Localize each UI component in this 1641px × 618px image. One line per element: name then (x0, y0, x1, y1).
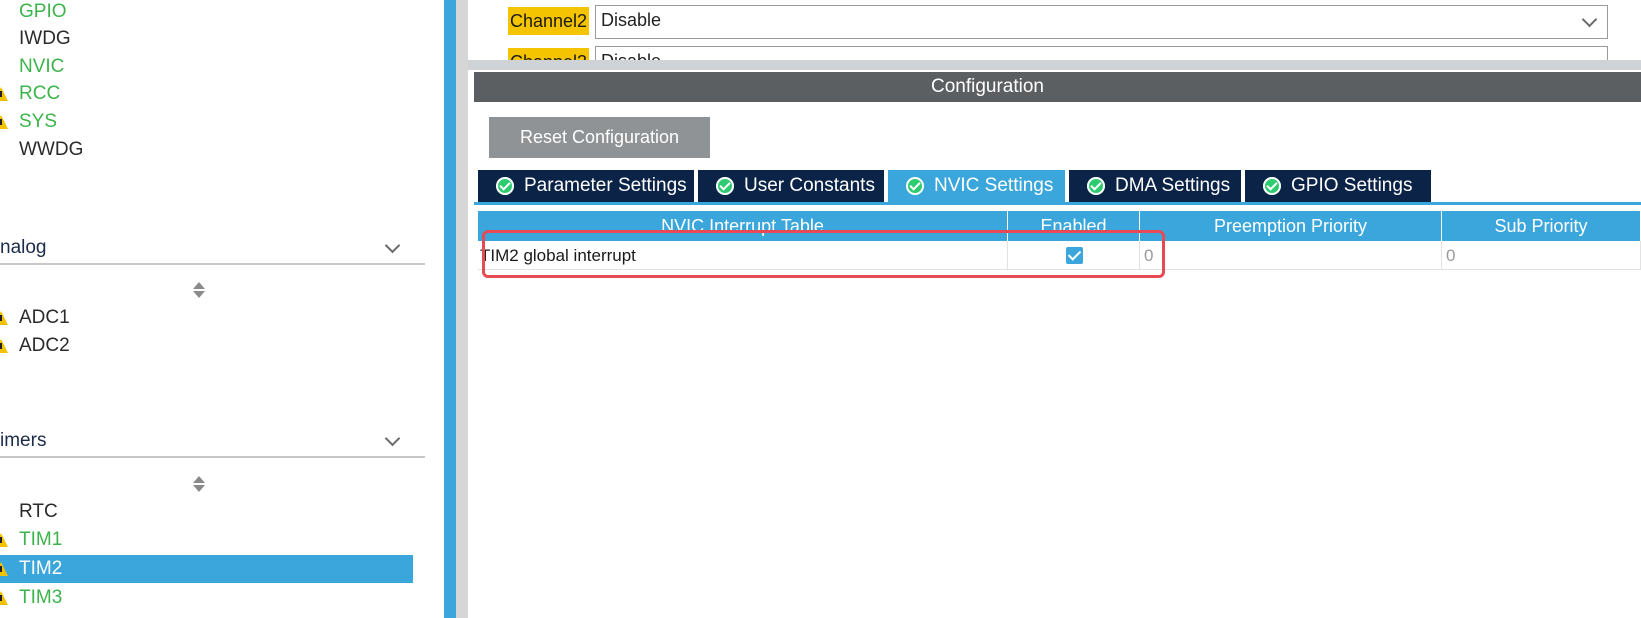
tab-label: GPIO Settings (1291, 175, 1413, 196)
warning-icon (0, 562, 8, 576)
mode-label: Channel2 (508, 7, 590, 35)
reset-configuration-button[interactable]: Reset Configuration (489, 117, 710, 158)
check-circle-icon (716, 177, 734, 195)
nav-item-label: TIM2 (19, 558, 63, 579)
nav-item-nvic[interactable]: NVIC (0, 53, 413, 81)
panel-splitter[interactable] (444, 0, 456, 618)
nav-item-tim3[interactable]: TIM3 (0, 584, 413, 612)
column-header-sub-priority[interactable]: Sub Priority (1442, 211, 1641, 241)
tab-nvic-settings[interactable]: NVIC Settings (888, 170, 1065, 202)
column-header-preemption[interactable]: Preemption Priority (1140, 211, 1442, 241)
nav-item-gpio[interactable]: GPIO (0, 0, 413, 26)
sub-priority-cell[interactable]: 0 (1442, 241, 1641, 270)
nav-item-tim1[interactable]: TIM1 (0, 526, 413, 554)
group-title: nalog (0, 237, 47, 258)
tab-underline (474, 202, 1641, 205)
tab-label: User Constants (744, 175, 875, 196)
tab-parameter-settings[interactable]: Parameter Settings (478, 170, 694, 202)
highlight-annotation (482, 230, 1165, 278)
nav-item-sys[interactable]: SYS (0, 108, 413, 136)
tab-label: Parameter Settings (524, 175, 687, 196)
tab-label: DMA Settings (1115, 175, 1231, 196)
panel-scrollbar[interactable] (456, 0, 468, 618)
nav-item-label: RCC (19, 83, 61, 104)
nav-item-wwdg[interactable]: WWDG (0, 136, 413, 164)
nav-item-label: WWDG (19, 139, 84, 160)
analog-group-header[interactable]: nalog (0, 233, 425, 265)
mode-panel: Channel2 Disable Channel3 Disable (468, 0, 1641, 60)
nav-item-rcc[interactable]: RCC (0, 80, 413, 108)
mode-label: Channel3 (508, 48, 590, 60)
nav-item-label: ADC2 (19, 335, 70, 356)
chevron-down-icon[interactable] (384, 430, 401, 447)
configuration-title: Configuration (930, 76, 1045, 97)
configuration-header: Configuration (474, 72, 1641, 102)
warning-icon (0, 533, 8, 547)
check-circle-icon (906, 177, 924, 195)
sort-icon[interactable] (193, 282, 205, 300)
channel2-select[interactable]: Disable (595, 5, 1608, 39)
configuration-body: Reset Configuration Parameter Settings U… (474, 102, 1641, 618)
nav-item-label: NVIC (19, 56, 65, 77)
check-circle-icon (1087, 177, 1105, 195)
group-title: imers (0, 430, 47, 451)
nav-item-adc2[interactable]: ADC2 (0, 332, 413, 360)
nav-item-label: GPIO (19, 1, 67, 22)
channel3-select[interactable]: Disable (595, 46, 1608, 60)
warning-icon (0, 591, 8, 605)
nav-item-adc1[interactable]: ADC1 (0, 304, 413, 332)
timers-group-header[interactable]: imers (0, 426, 425, 458)
warning-icon (0, 339, 8, 353)
nav-item-label: TIM3 (19, 587, 63, 608)
tab-dma-settings[interactable]: DMA Settings (1069, 170, 1241, 202)
nav-item-label: SYS (19, 111, 58, 132)
tab-label: NVIC Settings (934, 175, 1054, 196)
panel-divider[interactable] (468, 60, 1641, 70)
nav-item-label: RTC (19, 501, 58, 522)
tab-bar: Parameter Settings User Constants NVIC S… (474, 170, 1641, 203)
nav-item-rtc[interactable]: RTC (0, 498, 413, 526)
nav-item-label: ADC1 (19, 307, 70, 328)
tab-user-constants[interactable]: User Constants (698, 170, 884, 202)
select-value: Disable (601, 51, 661, 60)
chevron-down-icon[interactable] (384, 237, 401, 254)
nav-item-iwdg[interactable]: IWDG (0, 25, 413, 53)
nav-item-label: TIM1 (19, 529, 63, 550)
warning-icon (0, 115, 8, 129)
nav-item-label: IWDG (19, 28, 71, 49)
left-panel: GPIO IWDG NVIC RCC SYS WWDG nalog ADC1 A… (0, 0, 425, 618)
warning-icon (0, 311, 8, 325)
select-value: Disable (601, 10, 662, 30)
nav-item-tim2[interactable]: TIM2 (0, 555, 413, 583)
preemption-priority-cell[interactable]: 0 (1140, 241, 1442, 270)
tab-gpio-settings[interactable]: GPIO Settings (1245, 170, 1431, 202)
sort-icon[interactable] (193, 476, 205, 494)
chevron-down-icon (1581, 11, 1598, 28)
warning-icon (0, 87, 8, 101)
check-circle-icon (496, 177, 514, 195)
check-circle-icon (1263, 177, 1281, 195)
